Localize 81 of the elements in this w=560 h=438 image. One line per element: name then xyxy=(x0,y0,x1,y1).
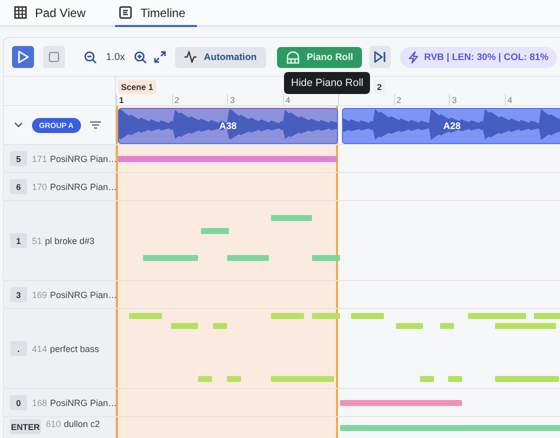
beat-number: 1 xyxy=(119,95,124,105)
note[interactable] xyxy=(396,323,424,330)
key-badge: 6 xyxy=(10,179,27,194)
track-row[interactable]: 6 170 PosiNRG Pian… xyxy=(4,173,115,201)
track-name: PosiNRG Pian… xyxy=(50,398,118,408)
track-number: 414 xyxy=(32,344,48,354)
tab[interactable]: Pad View xyxy=(10,0,98,27)
note[interactable] xyxy=(340,425,560,432)
key-badge: 0 xyxy=(10,395,27,410)
note[interactable] xyxy=(448,376,462,382)
track-row[interactable]: 3 169 PosiNRG Pian… xyxy=(4,281,115,309)
track-name: perfect bass xyxy=(50,344,100,354)
beat-number: 3 xyxy=(452,95,457,105)
note[interactable] xyxy=(340,400,462,406)
zoom-in-icon[interactable] xyxy=(134,50,147,64)
track-number: 170 xyxy=(32,182,48,192)
note[interactable] xyxy=(213,323,228,330)
beat-number: 3 xyxy=(230,95,235,105)
key-badge: . xyxy=(10,341,27,356)
clip-label: A28 xyxy=(443,120,461,132)
track-name: PosiNRG Pian… xyxy=(50,290,118,300)
lightning-icon xyxy=(408,50,420,64)
list-icon xyxy=(119,6,132,19)
piano-icon xyxy=(286,50,300,64)
track-row[interactable]: . 414 perfect bass xyxy=(4,309,115,389)
note[interactable] xyxy=(270,313,304,320)
play-button[interactable] xyxy=(12,46,34,68)
audio-clip[interactable]: A38 xyxy=(118,108,338,144)
key-badge: ENTER xyxy=(10,419,41,434)
clip-label: A38 xyxy=(219,120,237,132)
track-row[interactable]: ENTER 610 dullon c2 xyxy=(4,417,115,438)
track-name: PosiNRG Pian… xyxy=(50,154,118,164)
status-pill: RVB | LEN: 30% | COL: 81% xyxy=(400,46,557,68)
track-number: 51 xyxy=(32,236,42,246)
automation-button[interactable]: Automation xyxy=(174,46,266,68)
scene-label[interactable]: Scene 1 xyxy=(118,80,156,94)
track-name: PosiNRG Pian… xyxy=(50,182,118,192)
tab[interactable]: Timeline xyxy=(115,0,198,27)
note[interactable] xyxy=(534,313,560,320)
stop-icon xyxy=(49,52,59,62)
track-name: dullon c2 xyxy=(64,419,100,429)
chevron-down-icon[interactable] xyxy=(14,122,23,128)
note[interactable] xyxy=(312,313,340,320)
note[interactable] xyxy=(420,376,434,382)
note[interactable] xyxy=(201,228,229,234)
skip-end-icon xyxy=(373,50,388,64)
note[interactable] xyxy=(270,215,312,222)
key-badge: 1 xyxy=(10,233,27,248)
pulse-icon xyxy=(184,51,197,63)
stop-button[interactable] xyxy=(43,46,65,68)
note[interactable] xyxy=(495,376,560,382)
note[interactable] xyxy=(495,323,556,330)
play-icon xyxy=(16,50,30,64)
track-row[interactable]: 1 51 pl broke d#3 xyxy=(4,201,115,281)
skip-end-button[interactable] xyxy=(369,46,392,68)
audio-clip[interactable]: A28 xyxy=(342,108,560,144)
note[interactable] xyxy=(170,323,198,330)
track-number: 610 xyxy=(46,419,61,429)
track-number: 168 xyxy=(32,398,48,408)
zoom-out-icon[interactable] xyxy=(84,50,97,64)
track-row[interactable]: 0 168 PosiNRG Pian… xyxy=(4,389,115,417)
note[interactable] xyxy=(440,323,454,330)
track-number: 169 xyxy=(32,290,48,300)
zoom-level: 1.0x xyxy=(106,52,125,62)
note[interactable] xyxy=(351,313,384,320)
beat-number: 4 xyxy=(508,95,512,105)
filter-icon[interactable] xyxy=(90,121,101,129)
note[interactable] xyxy=(129,313,162,320)
scene-label[interactable]: 2 xyxy=(374,80,385,94)
key-badge: 3 xyxy=(10,287,27,302)
track-row[interactable]: 5 171 PosiNRG Pian… xyxy=(4,145,115,173)
beat-number: 4 xyxy=(286,95,290,105)
grid-icon xyxy=(14,6,27,19)
key-badge: 5 xyxy=(10,151,27,166)
note[interactable] xyxy=(468,313,526,320)
expand-icon[interactable] xyxy=(154,51,166,63)
beat-number: 2 xyxy=(174,95,180,105)
beat-number: 2 xyxy=(396,95,402,105)
track-name: pl broke d#3 xyxy=(45,236,95,246)
tooltip: Hide Piano Roll xyxy=(284,72,370,94)
track-number: 171 xyxy=(32,154,48,164)
